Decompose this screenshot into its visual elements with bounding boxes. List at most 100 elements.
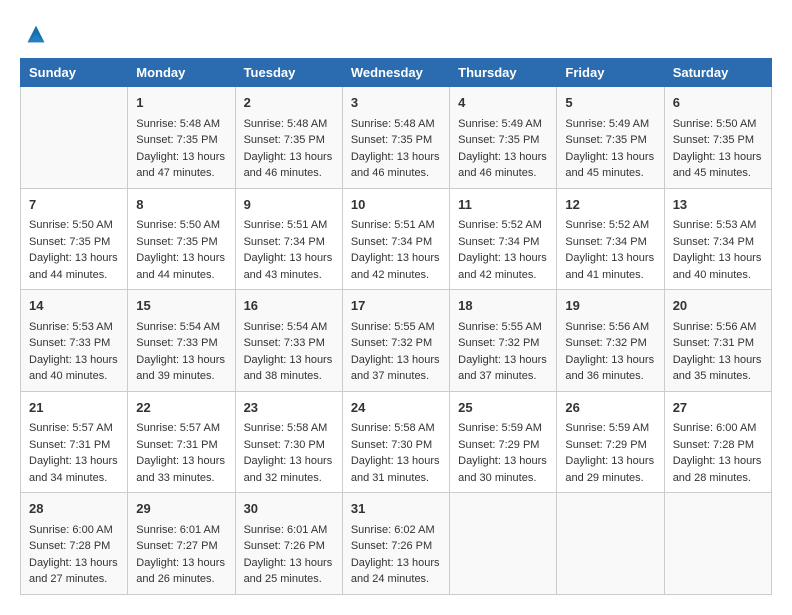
day-number: 27 [673,398,763,418]
day-number: 15 [136,296,226,316]
col-header-sunday: Sunday [21,59,128,87]
cell-content: Sunrise: 5:55 AM Sunset: 7:32 PM Dayligh… [351,319,441,385]
calendar-cell: 30 Sunrise: 6:01 AM Sunset: 7:26 PM Dayli… [235,493,342,595]
calendar-cell: 26Sunrise: 5:59 AM Sunset: 7:29 PM Dayli… [557,391,664,493]
day-number: 12 [565,195,655,215]
calendar-cell: 24Sunrise: 5:58 AM Sunset: 7:30 PM Dayli… [342,391,449,493]
week-row-3: 14Sunrise: 5:53 AM Sunset: 7:33 PM Dayli… [21,290,772,392]
calendar-cell: 19 Sunrise: 5:56 AM Sunset: 7:32 PM Dayli… [557,290,664,392]
cell-content: Sunrise: 6:00 AM Sunset: 7:28 PM Dayligh… [29,522,119,588]
calendar-cell: 15 Sunrise: 5:54 AM Sunset: 7:33 PM Dayli… [128,290,235,392]
calendar-cell: 22Sunrise: 5:57 AM Sunset: 7:31 PM Dayli… [128,391,235,493]
cell-content: Sunrise: 5:53 AM Sunset: 7:34 PM Dayligh… [673,217,763,283]
day-number: 21 [29,398,119,418]
calendar-cell: 4Sunrise: 5:49 AM Sunset: 7:35 PM Daylig… [450,87,557,189]
calendar-cell: 21Sunrise: 5:57 AM Sunset: 7:31 PM Dayli… [21,391,128,493]
day-number: 23 [244,398,334,418]
week-row-5: 28 Sunrise: 6:00 AM Sunset: 7:28 PM Dayli… [21,493,772,595]
calendar-cell: 25Sunrise: 5:59 AM Sunset: 7:29 PM Dayli… [450,391,557,493]
calendar-cell: 23Sunrise: 5:58 AM Sunset: 7:30 PM Dayli… [235,391,342,493]
week-row-2: 7Sunrise: 5:50 AM Sunset: 7:35 PM Daylig… [21,188,772,290]
calendar-cell: 2 Sunrise: 5:48 AM Sunset: 7:35 PM Daylig… [235,87,342,189]
day-number: 28 [29,499,119,519]
cell-content: Sunrise: 5:54 AM Sunset: 7:33 PM Dayligh… [136,319,226,385]
cell-content: Sunrise: 5:50 AM Sunset: 7:35 PM Dayligh… [29,217,119,283]
day-number: 5 [565,93,655,113]
logo-icon [22,20,50,48]
cell-content: Sunrise: 5:52 AM Sunset: 7:34 PM Dayligh… [565,217,655,283]
cell-content: Sunrise: 5:59 AM Sunset: 7:29 PM Dayligh… [458,420,548,486]
cell-content: Sunrise: 5:50 AM Sunset: 7:35 PM Dayligh… [136,217,226,283]
cell-content: Sunrise: 5:50 AM Sunset: 7:35 PM Dayligh… [673,116,763,182]
cell-content: Sunrise: 6:01 AM Sunset: 7:26 PM Dayligh… [244,522,334,588]
cell-content: Sunrise: 5:51 AM Sunset: 7:34 PM Dayligh… [244,217,334,283]
calendar-cell: 6Sunrise: 5:50 AM Sunset: 7:35 PM Daylig… [664,87,771,189]
day-number: 10 [351,195,441,215]
cell-content: Sunrise: 5:56 AM Sunset: 7:31 PM Dayligh… [673,319,763,385]
calendar-cell: 5 Sunrise: 5:49 AM Sunset: 7:35 PM Daylig… [557,87,664,189]
col-header-tuesday: Tuesday [235,59,342,87]
col-header-friday: Friday [557,59,664,87]
logo [20,20,50,48]
calendar-cell: 18Sunrise: 5:55 AM Sunset: 7:32 PM Dayli… [450,290,557,392]
calendar-cell: 3Sunrise: 5:48 AM Sunset: 7:35 PM Daylig… [342,87,449,189]
calendar-table: SundayMondayTuesdayWednesdayThursdayFrid… [20,58,772,595]
calendar-cell: 9Sunrise: 5:51 AM Sunset: 7:34 PM Daylig… [235,188,342,290]
calendar-cell: 20 Sunrise: 5:56 AM Sunset: 7:31 PM Dayli… [664,290,771,392]
week-row-4: 21Sunrise: 5:57 AM Sunset: 7:31 PM Dayli… [21,391,772,493]
cell-content: Sunrise: 5:48 AM Sunset: 7:35 PM Dayligh… [244,116,334,182]
day-number: 9 [244,195,334,215]
calendar-cell: 31 Sunrise: 6:02 AM Sunset: 7:26 PM Dayli… [342,493,449,595]
calendar-cell: 14Sunrise: 5:53 AM Sunset: 7:33 PM Dayli… [21,290,128,392]
day-number: 30 [244,499,334,519]
cell-content: Sunrise: 5:53 AM Sunset: 7:33 PM Dayligh… [29,319,119,385]
day-number: 13 [673,195,763,215]
calendar-cell: 28 Sunrise: 6:00 AM Sunset: 7:28 PM Dayli… [21,493,128,595]
calendar-cell: 13Sunrise: 5:53 AM Sunset: 7:34 PM Dayli… [664,188,771,290]
page-header [20,20,772,48]
cell-content: Sunrise: 5:56 AM Sunset: 7:32 PM Dayligh… [565,319,655,385]
cell-content: Sunrise: 5:58 AM Sunset: 7:30 PM Dayligh… [351,420,441,486]
cell-content: Sunrise: 6:02 AM Sunset: 7:26 PM Dayligh… [351,522,441,588]
cell-content: Sunrise: 5:54 AM Sunset: 7:33 PM Dayligh… [244,319,334,385]
calendar-cell [664,493,771,595]
day-number: 17 [351,296,441,316]
calendar-cell [450,493,557,595]
calendar-cell: 1 Sunrise: 5:48 AM Sunset: 7:35 PM Daylig… [128,87,235,189]
day-number: 7 [29,195,119,215]
calendar-cell: 11Sunrise: 5:52 AM Sunset: 7:34 PM Dayli… [450,188,557,290]
col-header-thursday: Thursday [450,59,557,87]
cell-content: Sunrise: 5:52 AM Sunset: 7:34 PM Dayligh… [458,217,548,283]
calendar-cell: 29Sunrise: 6:01 AM Sunset: 7:27 PM Dayli… [128,493,235,595]
week-row-1: 1 Sunrise: 5:48 AM Sunset: 7:35 PM Daylig… [21,87,772,189]
calendar-cell [557,493,664,595]
day-number: 20 [673,296,763,316]
cell-content: Sunrise: 5:57 AM Sunset: 7:31 PM Dayligh… [29,420,119,486]
day-number: 22 [136,398,226,418]
cell-content: Sunrise: 5:49 AM Sunset: 7:35 PM Dayligh… [458,116,548,182]
col-header-monday: Monday [128,59,235,87]
col-header-wednesday: Wednesday [342,59,449,87]
cell-content: Sunrise: 5:49 AM Sunset: 7:35 PM Dayligh… [565,116,655,182]
day-number: 26 [565,398,655,418]
cell-content: Sunrise: 5:59 AM Sunset: 7:29 PM Dayligh… [565,420,655,486]
calendar-cell: 12Sunrise: 5:52 AM Sunset: 7:34 PM Dayli… [557,188,664,290]
day-number: 19 [565,296,655,316]
day-number: 16 [244,296,334,316]
day-number: 11 [458,195,548,215]
calendar-cell: 7Sunrise: 5:50 AM Sunset: 7:35 PM Daylig… [21,188,128,290]
cell-content: Sunrise: 5:48 AM Sunset: 7:35 PM Dayligh… [136,116,226,182]
calendar-cell: 8Sunrise: 5:50 AM Sunset: 7:35 PM Daylig… [128,188,235,290]
day-number: 29 [136,499,226,519]
day-number: 3 [351,93,441,113]
cell-content: Sunrise: 5:51 AM Sunset: 7:34 PM Dayligh… [351,217,441,283]
day-number: 1 [136,93,226,113]
calendar-cell: 17 Sunrise: 5:55 AM Sunset: 7:32 PM Dayli… [342,290,449,392]
day-number: 31 [351,499,441,519]
cell-content: Sunrise: 5:58 AM Sunset: 7:30 PM Dayligh… [244,420,334,486]
day-number: 2 [244,93,334,113]
cell-content: Sunrise: 5:57 AM Sunset: 7:31 PM Dayligh… [136,420,226,486]
calendar-cell [21,87,128,189]
calendar-cell: 10Sunrise: 5:51 AM Sunset: 7:34 PM Dayli… [342,188,449,290]
day-number: 18 [458,296,548,316]
